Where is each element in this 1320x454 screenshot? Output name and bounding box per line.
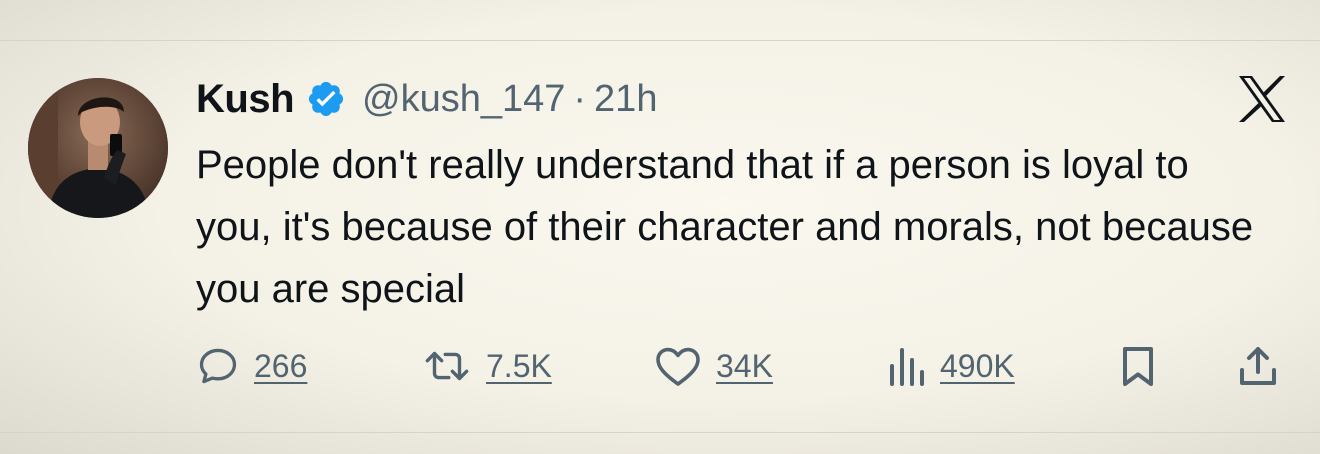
top-divider <box>0 40 1320 41</box>
separator-dot: · <box>573 77 587 120</box>
bottom-divider <box>0 432 1320 433</box>
bookmark-icon <box>1118 344 1158 388</box>
repost-button[interactable]: 7.5K <box>422 338 552 394</box>
tweet-header: Kush @kush_147 · 21h <box>196 72 657 126</box>
like-count: 34K <box>716 347 773 384</box>
views-button[interactable]: 490K <box>886 338 1015 394</box>
reply-icon <box>196 344 240 388</box>
author-name[interactable]: Kush <box>196 77 295 122</box>
verified-badge-icon <box>306 79 346 119</box>
like-button[interactable]: 34K <box>654 338 773 394</box>
tweet-text: People don't really understand that if a… <box>196 143 1254 311</box>
author-handle[interactable]: @kush_147 <box>362 78 565 121</box>
reply-button[interactable]: 266 <box>196 338 307 394</box>
tweet-card[interactable]: Kush @kush_147 · 21h People don't really… <box>0 0 1320 454</box>
share-button[interactable] <box>1236 338 1280 394</box>
bookmark-button[interactable] <box>1118 338 1158 394</box>
views-icon <box>886 344 926 388</box>
x-logo-icon <box>1236 74 1288 124</box>
repost-icon <box>422 344 472 388</box>
reply-count: 266 <box>254 347 308 384</box>
avatar[interactable] <box>28 78 168 218</box>
tweet-timestamp[interactable]: 21h <box>594 78 657 121</box>
action-bar: 266 7.5K 34K 490K <box>196 338 1296 394</box>
avatar-photo <box>28 78 168 218</box>
heart-icon <box>654 344 702 388</box>
repost-count: 7.5K <box>486 347 552 384</box>
views-count: 490K <box>940 347 1015 384</box>
share-icon <box>1236 344 1280 388</box>
